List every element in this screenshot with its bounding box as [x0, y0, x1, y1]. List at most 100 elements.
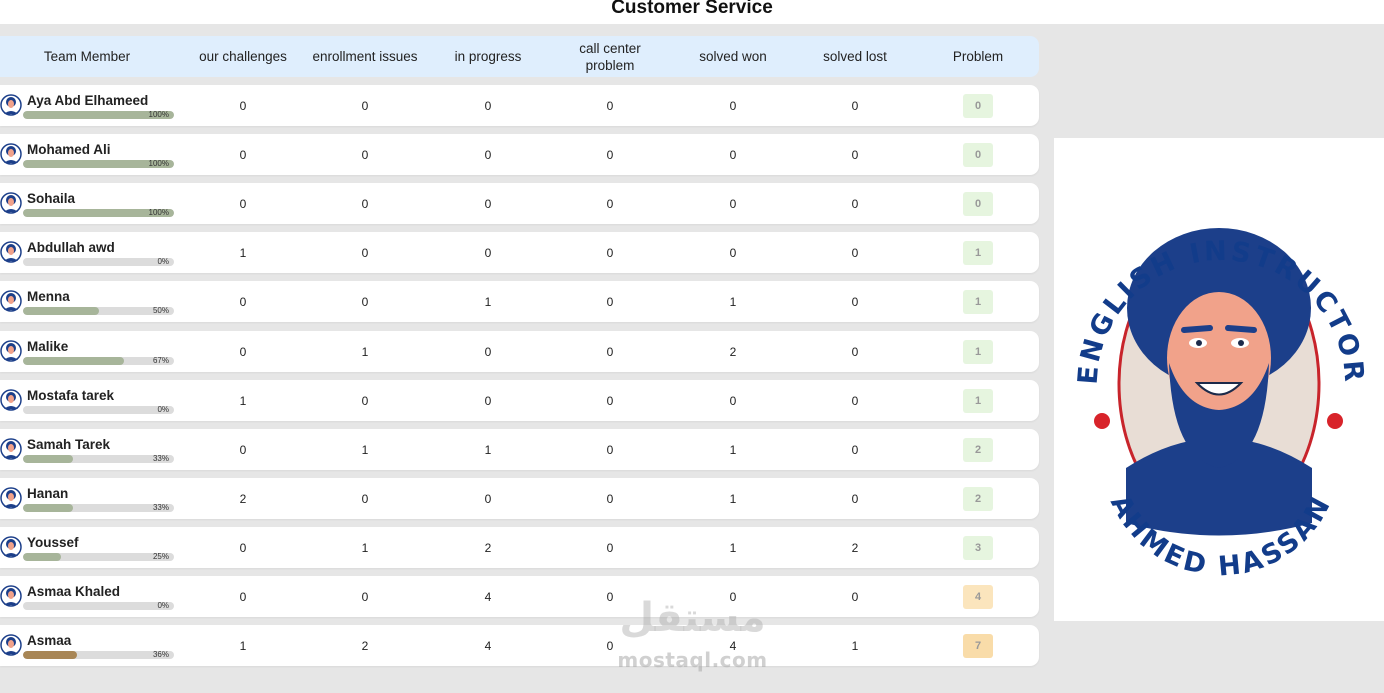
cell-problem: 2 — [933, 429, 1023, 470]
table-row[interactable]: Menna 50% 0 0 1 0 1 0 1 — [0, 281, 1039, 322]
logo-panel: ENGLISH INSTRUCTOR AHMED HASSAN — [1054, 138, 1384, 621]
cell-problem: 0 — [933, 134, 1023, 175]
progress-label: 100% — [148, 209, 169, 217]
table-row[interactable]: Mostafa tarek 0% 1 0 0 0 0 0 1 — [0, 380, 1039, 421]
cell-enrollment-issues: 0 — [361, 589, 369, 604]
column-header-5[interactable]: solved won — [683, 36, 783, 77]
cell-call-center-problem: 0 — [606, 393, 614, 408]
table-row[interactable]: Asmaa Khaled 0% 0 0 4 0 0 0 4 — [0, 576, 1039, 617]
member-name: Asmaa Khaled — [27, 584, 121, 599]
cell-in-progress: 0 — [484, 98, 492, 113]
table-row[interactable]: Aya Abd Elhameed 100% 0 0 0 0 0 0 0 — [0, 85, 1039, 126]
member-name: Menna — [27, 289, 70, 304]
cell-solved-won: 1 — [729, 294, 737, 309]
progress-fill — [23, 307, 99, 315]
cell-problem: 2 — [933, 478, 1023, 519]
cell-solved-lost: 2 — [851, 540, 859, 555]
cell-solved-lost: 0 — [851, 98, 859, 113]
problem-badge: 4 — [963, 584, 993, 609]
avatar-icon — [0, 190, 22, 216]
cell-solved-lost: 0 — [851, 344, 859, 359]
problem-badge: 7 — [963, 633, 993, 658]
column-header-0[interactable]: Team Member — [12, 36, 162, 77]
progress-fill — [23, 651, 78, 659]
progress-bar: 36% — [23, 651, 174, 659]
table-row[interactable]: Samah Tarek 33% 0 1 1 0 1 0 2 — [0, 429, 1039, 470]
cell-enrollment-issues: 1 — [361, 442, 369, 457]
cell-enrollment-issues: 1 — [361, 344, 369, 359]
cell-enrollment-issues: 0 — [361, 294, 369, 309]
cell-solved-lost: 0 — [851, 589, 859, 604]
cell-call-center-problem: 0 — [606, 491, 614, 506]
cell-problem: 3 — [933, 527, 1023, 568]
member-name: Youssef — [27, 535, 79, 550]
cell-our-challenges: 0 — [239, 147, 247, 162]
cell-solved-lost: 0 — [851, 442, 859, 457]
problem-badge: 0 — [963, 142, 993, 167]
column-header-3[interactable]: in progress — [438, 36, 538, 77]
column-header-7[interactable]: Problem — [933, 36, 1023, 77]
cell-call-center-problem: 0 — [606, 98, 614, 113]
avatar-icon — [0, 141, 22, 167]
progress-label: 50% — [152, 307, 169, 315]
problem-badge: 1 — [963, 339, 993, 364]
progress-fill — [23, 553, 61, 561]
avatar-icon — [0, 288, 22, 314]
cell-our-challenges: 0 — [239, 589, 247, 604]
progress-label: 67% — [152, 357, 169, 365]
instructor-portrait-logo-icon: ENGLISH INSTRUCTOR AHMED HASSAN — [1069, 170, 1369, 598]
cell-call-center-problem: 0 — [606, 344, 614, 359]
cell-our-challenges: 0 — [239, 344, 247, 359]
member-name: Malike — [27, 339, 69, 354]
cell-problem: 1 — [933, 380, 1023, 421]
table-row[interactable]: Hanan 33% 2 0 0 0 1 0 2 — [0, 478, 1039, 519]
progress-label: 100% — [148, 111, 169, 119]
table-row[interactable]: Sohaila 100% 0 0 0 0 0 0 0 — [0, 183, 1039, 224]
column-header-2[interactable]: enrollment issues — [305, 36, 425, 77]
column-header-4[interactable]: call center problem — [560, 36, 660, 77]
cell-solved-won: 0 — [729, 147, 737, 162]
cell-enrollment-issues: 0 — [361, 393, 369, 408]
table-row[interactable]: Mohamed Ali 100% 0 0 0 0 0 0 0 — [0, 134, 1039, 175]
cell-solved-won: 0 — [729, 245, 737, 260]
column-header-6[interactable]: solved lost — [805, 36, 905, 77]
avatar-icon — [0, 534, 22, 560]
cell-our-challenges: 0 — [239, 294, 247, 309]
progress-label: 33% — [152, 504, 169, 512]
cell-in-progress: 4 — [484, 589, 492, 604]
cell-solved-lost: 0 — [851, 196, 859, 211]
member-name: Samah Tarek — [27, 437, 111, 452]
member-name: Abdullah awd — [27, 240, 115, 255]
table-row[interactable]: Asmaa 36% 1 2 4 0 4 1 7 — [0, 625, 1039, 666]
table-row[interactable]: Malike 67% 0 1 0 0 2 0 1 — [0, 331, 1039, 372]
problem-badge: 1 — [963, 240, 993, 265]
table-row[interactable]: Abdullah awd 0% 1 0 0 0 0 0 1 — [0, 232, 1039, 273]
table-row[interactable]: Youssef 25% 0 1 2 0 1 2 3 — [0, 527, 1039, 568]
avatar-icon — [0, 632, 22, 658]
cell-solved-lost: 0 — [851, 147, 859, 162]
avatar-icon — [0, 583, 22, 609]
cell-our-challenges: 2 — [239, 491, 247, 506]
title-bar: Customer Service — [0, 0, 1384, 24]
problem-badge: 0 — [963, 93, 993, 118]
member-name: Sohaila — [27, 191, 76, 206]
cell-solved-lost: 0 — [851, 245, 859, 260]
cell-solved-won: 0 — [729, 589, 737, 604]
cell-problem: 0 — [933, 85, 1023, 126]
progress-fill — [23, 357, 125, 365]
cell-call-center-problem: 0 — [606, 442, 614, 457]
progress-bar: 0% — [23, 258, 174, 266]
column-header-1[interactable]: our challenges — [188, 36, 298, 77]
progress-label: 0% — [157, 602, 169, 610]
cell-our-challenges: 0 — [239, 540, 247, 555]
progress-bar: 33% — [23, 504, 174, 512]
progress-bar: 67% — [23, 357, 174, 365]
cell-in-progress: 0 — [484, 245, 492, 260]
cell-enrollment-issues: 0 — [361, 196, 369, 211]
cell-call-center-problem: 0 — [606, 147, 614, 162]
cell-enrollment-issues: 0 — [361, 491, 369, 506]
table-header-row: Team Member our challenges enrollment issu… — [0, 36, 1039, 77]
cell-problem: 0 — [933, 183, 1023, 224]
progress-fill — [23, 504, 73, 512]
progress-label: 0% — [157, 406, 169, 414]
